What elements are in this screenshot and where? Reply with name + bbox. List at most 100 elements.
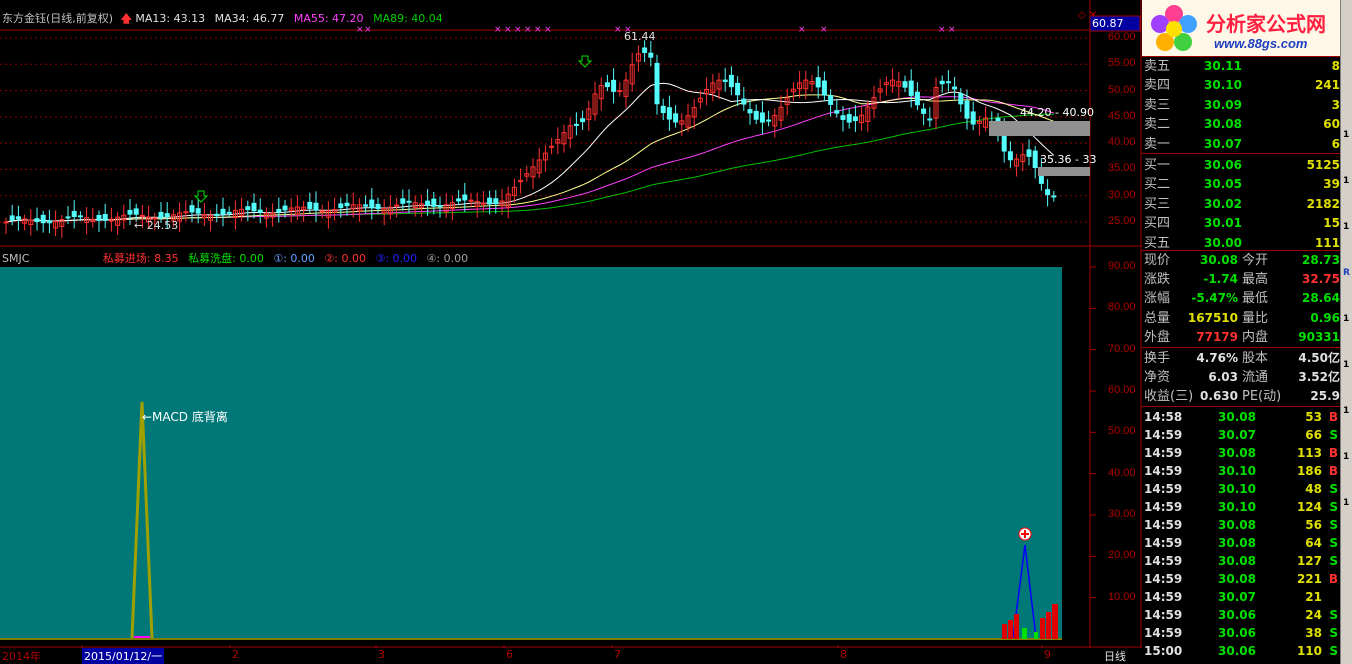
entry-label: 私募进场: bbox=[102, 252, 151, 265]
side-toolbar-item[interactable]: 1 bbox=[1343, 498, 1349, 508]
indicator-axis: 90.00 80.00 70.00 60.00 50.00 40.00 30.00 20.00… bbox=[1092, 250, 1140, 650]
quote-row: 总量 167510 量比 0.96 bbox=[1144, 310, 1340, 326]
quote-row: 外盘 77179 内盘 90331 bbox=[1144, 329, 1340, 345]
side-toolbar-item[interactable]: 1 bbox=[1343, 222, 1349, 232]
indicator-axis-label: 60.00 bbox=[1108, 384, 1136, 396]
year-label: 2014年 bbox=[2, 650, 41, 663]
side-toolbar-item[interactable]: 1 bbox=[1343, 176, 1349, 186]
svg-text:×: × bbox=[514, 25, 522, 35]
indicator-axis-label: 90.00 bbox=[1108, 260, 1136, 272]
level-volume: 15 bbox=[1323, 216, 1340, 231]
tick-row: 14:59 30.10 48 S bbox=[1144, 482, 1338, 496]
date-axis: 2014年 2015/01/12/一 2 3 6 7 8 9 日线 bbox=[0, 648, 1142, 664]
level-label: 买一 bbox=[1144, 158, 1171, 173]
side-toolbar-item[interactable]: 1 bbox=[1343, 406, 1349, 416]
tick-row: 14:59 30.08 64 S bbox=[1144, 536, 1338, 550]
entry-value: 8.35 bbox=[154, 252, 179, 265]
buy-level[interactable]: 买二 30.05 39 bbox=[1142, 175, 1340, 194]
buy-level[interactable]: 买四 30.01 15 bbox=[1142, 214, 1340, 233]
indicator-axis-label: 30.00 bbox=[1108, 508, 1136, 520]
tick-row: 14:59 30.08 113 B bbox=[1144, 446, 1338, 460]
indicator-axis-label: 40.00 bbox=[1108, 466, 1136, 479]
price-axis: 60.00 55.00 50.00 45.00 40.00 35.00 30.00 25.00 bbox=[1092, 0, 1140, 246]
level-price: 30.07 bbox=[1204, 136, 1242, 151]
tick-row: 14:59 30.10 124 S bbox=[1144, 500, 1338, 514]
side-toolbar-item[interactable]: 1 bbox=[1343, 452, 1349, 462]
svg-text:×: × bbox=[820, 25, 828, 35]
low-price-label: ← 24.53 bbox=[134, 219, 179, 232]
line1-label: ①: 0.00 bbox=[273, 252, 315, 265]
line2-label: ②: 0.00 bbox=[324, 252, 366, 265]
month-label: 2 bbox=[232, 648, 239, 661]
line3-label: ③: 0.00 bbox=[375, 252, 418, 265]
svg-text:×: × bbox=[798, 25, 806, 35]
level-volume: 8 bbox=[1331, 59, 1340, 73]
quote-row: 涨幅 -5.47% 最低 28.64 bbox=[1144, 291, 1340, 307]
level-label: 卖二 bbox=[1144, 117, 1171, 133]
sell-level[interactable]: 卖二 30.08 60 bbox=[1142, 115, 1340, 134]
flower-logo-icon bbox=[1151, 5, 1197, 51]
side-toolbar-item[interactable]: R bbox=[1343, 268, 1350, 278]
tick-row: 14:59 30.10 186 B bbox=[1144, 464, 1338, 478]
buy-arrow-icon bbox=[193, 190, 209, 203]
level-price: 30.02 bbox=[1204, 196, 1242, 211]
side-toolbar-item[interactable]: 1 bbox=[1343, 360, 1349, 370]
tick-row: 14:59 30.08 221 B bbox=[1144, 572, 1338, 586]
svg-text:×: × bbox=[504, 25, 512, 35]
buy-level[interactable]: 买一 30.06 5125 bbox=[1142, 156, 1340, 175]
indicator-axis-label: 20.00 bbox=[1108, 549, 1136, 562]
zone-label-2: 35.36 - 33 bbox=[1040, 153, 1097, 166]
indicator-axis-label: 80.00 bbox=[1108, 301, 1136, 314]
svg-text:×: × bbox=[364, 25, 372, 35]
tick-row: 14:59 30.07 66 S bbox=[1144, 428, 1338, 442]
price-axis-label: 60.00 bbox=[1108, 31, 1136, 43]
fundamental-row: 净资 6.03 流通 3.52亿 bbox=[1144, 370, 1340, 386]
month-label: 9 bbox=[1044, 648, 1051, 661]
price-axis-label: 50.00 bbox=[1108, 83, 1136, 96]
brand-url: www.88gs.com bbox=[1214, 36, 1308, 51]
quote-row: 现价 30.08 今开 28.73 bbox=[1144, 253, 1340, 268]
svg-text:×: × bbox=[938, 25, 946, 35]
side-toolbar-item[interactable]: 1 bbox=[1343, 130, 1349, 140]
level-label: 买四 bbox=[1144, 216, 1171, 232]
level-label: 卖一 bbox=[1144, 136, 1171, 152]
level-label: 卖三 bbox=[1144, 97, 1171, 113]
month-label: 3 bbox=[378, 648, 385, 661]
level-volume: 241 bbox=[1314, 78, 1340, 93]
tick-row: 14:58 30.08 53 B bbox=[1144, 410, 1338, 424]
price-axis-label: 30.00 bbox=[1108, 188, 1136, 201]
indicator-name: SMJC bbox=[2, 252, 30, 265]
buy-level[interactable]: 买三 30.02 2182 bbox=[1142, 195, 1340, 214]
side-toolbar[interactable]: 1 1 1 R 1 1 1 1 1 bbox=[1340, 0, 1352, 664]
high-price-label: 61.44 bbox=[624, 30, 656, 43]
side-toolbar-item[interactable]: 1 bbox=[1343, 314, 1349, 324]
tick-row: 14:59 30.06 24 S bbox=[1144, 608, 1338, 622]
sell-level[interactable]: 卖一 30.07 6 bbox=[1142, 135, 1340, 154]
sell-level[interactable]: 卖三 30.09 3 bbox=[1142, 96, 1340, 115]
price-axis-label: 45.00 bbox=[1108, 109, 1136, 122]
fundamental-row: 换手 4.76% 股本 4.50亿 bbox=[1144, 351, 1340, 366]
sell-level[interactable]: 卖五 30.11 8 bbox=[1142, 57, 1340, 76]
level-label: 买三 bbox=[1144, 196, 1171, 212]
period-label[interactable]: 日线 bbox=[1104, 648, 1126, 664]
wash-label: 私募洗盘: bbox=[188, 252, 236, 265]
macd-divergence-note: ←MACD 底背离 bbox=[142, 410, 228, 424]
svg-text:×: × bbox=[524, 25, 532, 35]
sell-level[interactable]: 卖四 30.10 241 bbox=[1142, 76, 1340, 95]
order-book: 卖五 30.11 8 卖四 30.10 241 卖三 30.09 3 卖二 30.08 60 卖一 30.… bbox=[1142, 57, 1340, 251]
price-axis-label: 25.00 bbox=[1108, 215, 1136, 227]
level-price: 30.06 bbox=[1204, 158, 1242, 172]
tick-list[interactable]: 14:58 30.08 53 B 14:59 30.07 66 S 14:59 30.08 113 B… bbox=[1142, 408, 1340, 664]
level-price: 30.08 bbox=[1204, 117, 1242, 132]
price-axis-label: 55.00 bbox=[1108, 57, 1136, 70]
level-price: 30.01 bbox=[1204, 216, 1242, 231]
svg-text:×: × bbox=[356, 25, 364, 35]
level-label: 买二 bbox=[1144, 177, 1171, 193]
chart-canvas: × × × × × × × × × × × × × × bbox=[0, 0, 1142, 648]
svg-text:×: × bbox=[614, 25, 622, 35]
level-label: 卖五 bbox=[1144, 59, 1171, 74]
level-label: 卖四 bbox=[1144, 78, 1171, 94]
indicator-header[interactable]: SMJC 私募进场: 8.35 私募洗盘: 0.00 ①: 0.00 ②: 0.… bbox=[2, 250, 468, 266]
svg-text:×: × bbox=[534, 25, 542, 35]
tick-row: 14:59 30.06 38 S bbox=[1144, 626, 1338, 640]
